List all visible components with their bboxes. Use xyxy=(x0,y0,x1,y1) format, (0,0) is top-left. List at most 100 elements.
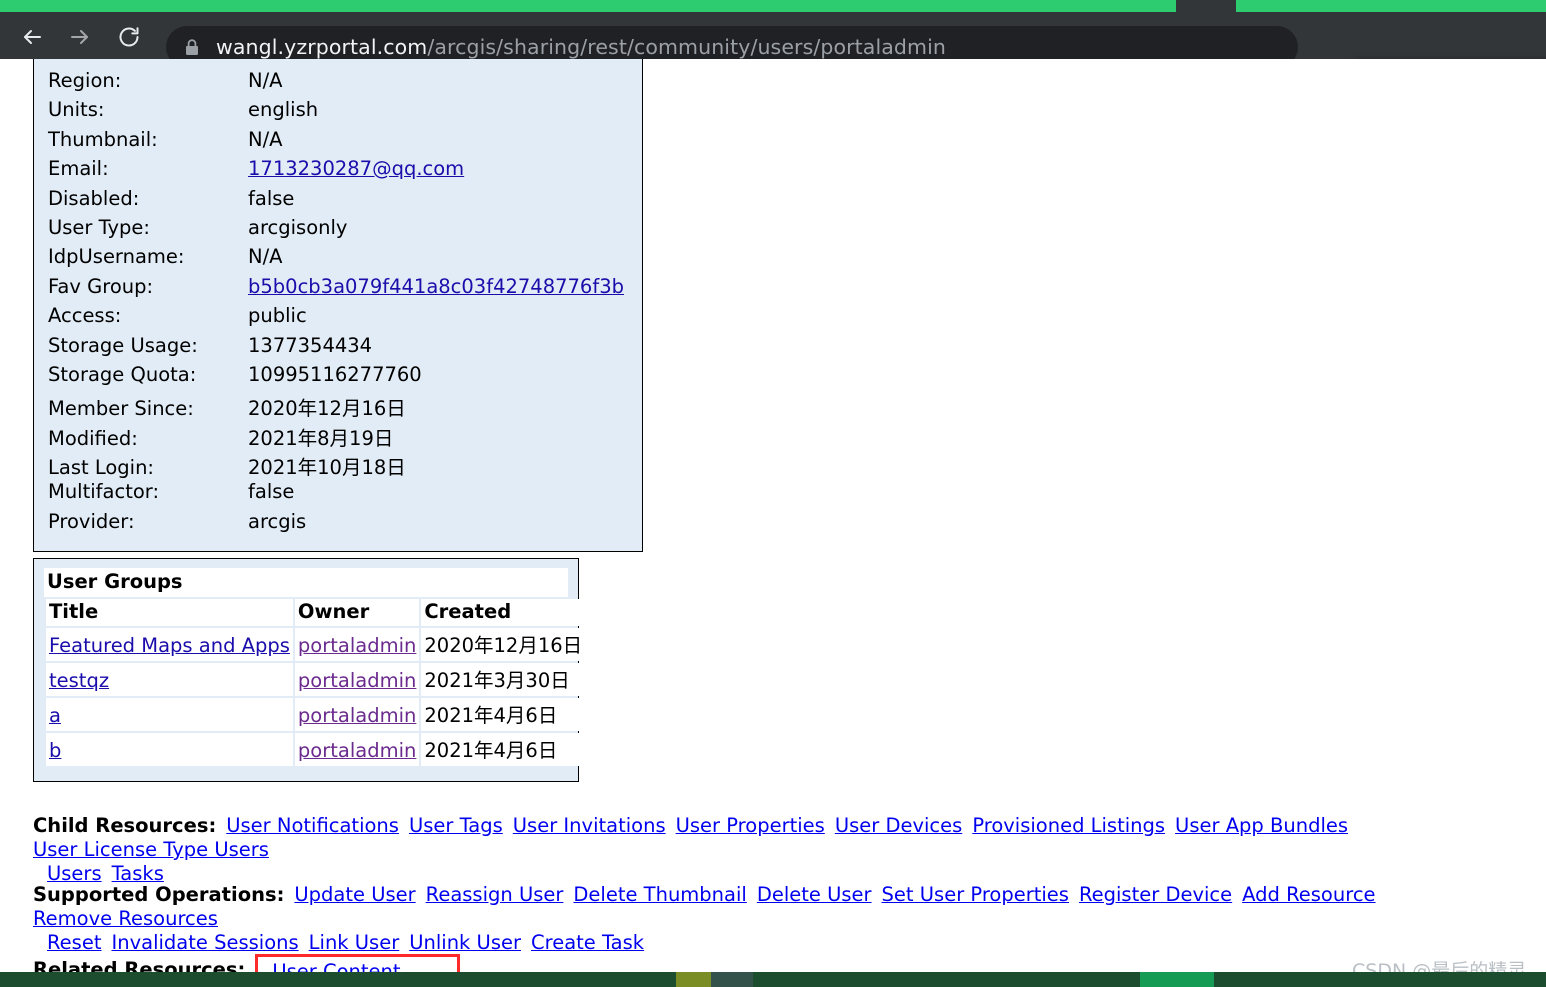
table-header-row: Title Owner Created xyxy=(46,599,586,626)
lock-icon xyxy=(184,38,200,56)
table-row: a portaladmin 2021年4月6日 xyxy=(46,698,586,731)
child-resource-link-user-license-type-users[interactable]: User License Type Users xyxy=(33,838,269,861)
property-key: Thumbnail: xyxy=(48,127,158,151)
child-resource-link-users[interactable]: Users xyxy=(47,862,102,885)
property-value: arcgis xyxy=(248,509,307,533)
property-row: Region: N/A xyxy=(34,69,642,98)
property-value-fav-group: b5b0cb3a079f441a8c03f42748776f3b xyxy=(248,275,624,298)
property-row: Access: public xyxy=(34,304,642,333)
child-resource-link-tasks[interactable]: Tasks xyxy=(112,862,164,885)
group-owner-link[interactable]: portaladmin xyxy=(298,739,416,762)
child-resources-line-1: Child Resources: User Notifications User T… xyxy=(33,814,1546,862)
page-content: Region: N/A Units: english Thumbnail: N/… xyxy=(0,59,1546,987)
property-value: 2021年10月18日 xyxy=(248,456,406,480)
operation-link-add-resource[interactable]: Add Resource xyxy=(1242,883,1375,906)
property-key: Fav Group: xyxy=(48,274,154,298)
group-created-cell: 2021年4月6日 xyxy=(421,733,586,766)
group-owner-link[interactable]: portaladmin xyxy=(298,669,416,692)
operation-link-delete-user[interactable]: Delete User xyxy=(757,883,872,906)
property-key: Provider: xyxy=(48,509,135,533)
supported-operations-label: Supported Operations: xyxy=(33,883,285,906)
property-row: Disabled: false xyxy=(34,187,642,216)
reload-button[interactable] xyxy=(116,24,142,50)
property-row: Member Since: 2020年12月16日 xyxy=(34,392,642,421)
group-owner-cell: portaladmin xyxy=(294,698,420,731)
property-key: Storage Usage: xyxy=(48,333,198,357)
group-title-link[interactable]: a xyxy=(49,704,61,727)
property-key: IdpUsername: xyxy=(48,245,185,269)
taskbar-segment xyxy=(676,972,711,987)
group-owner-link[interactable]: portaladmin xyxy=(298,634,416,657)
group-title-cell: b xyxy=(46,733,293,766)
reload-icon xyxy=(117,25,141,49)
arrow-left-icon xyxy=(20,25,44,49)
operation-link-reassign-user[interactable]: Reassign User xyxy=(426,883,564,906)
email-link[interactable]: 1713230287@qq.com xyxy=(248,157,464,180)
active-browser-tab[interactable] xyxy=(1166,0,1246,12)
property-key: Multifactor: xyxy=(48,480,160,504)
property-value: N/A xyxy=(248,245,283,269)
user-groups-panel: User Groups Title Owner Created Featured… xyxy=(33,558,586,782)
property-row: Thumbnail: N/A xyxy=(34,128,642,157)
child-resource-link-user-notifications[interactable]: User Notifications xyxy=(226,814,399,837)
operation-link-reset[interactable]: Reset xyxy=(47,931,101,954)
operation-link-invalidate-sessions[interactable]: Invalidate Sessions xyxy=(111,931,298,954)
operation-link-set-user-properties[interactable]: Set User Properties xyxy=(882,883,1069,906)
supported-operations-section: Supported Operations: Update User Reassign… xyxy=(33,883,1546,955)
property-value: N/A xyxy=(248,69,283,92)
group-title-link[interactable]: testqz xyxy=(49,669,109,692)
property-value: english xyxy=(248,98,319,122)
operation-link-unlink-user[interactable]: Unlink User xyxy=(409,931,521,954)
group-owner-cell: portaladmin xyxy=(294,663,420,696)
table-row: b portaladmin 2021年4月6日 xyxy=(46,733,586,766)
back-button[interactable] xyxy=(19,24,45,50)
child-resource-link-user-devices[interactable]: User Devices xyxy=(835,814,963,837)
property-value: arcgisonly xyxy=(248,215,348,239)
property-value: 2020年12月16日 xyxy=(248,397,406,421)
child-resource-link-user-properties[interactable]: User Properties xyxy=(676,814,825,837)
property-key: User Type: xyxy=(48,215,151,239)
property-key: Member Since: xyxy=(48,397,194,421)
property-row: Fav Group: b5b0cb3a079f441a8c03f42748776… xyxy=(34,275,642,304)
property-row: Multifactor: false xyxy=(34,480,642,509)
child-resources-section: Child Resources: User Notifications User T… xyxy=(33,814,1546,886)
property-row: Storage Usage: 1377354434 xyxy=(34,334,642,363)
property-value: N/A xyxy=(248,127,283,151)
property-key: Last Login: xyxy=(48,456,154,480)
group-created-cell: 2020年12月16日 xyxy=(421,628,586,661)
column-header-created: Created xyxy=(421,599,586,626)
child-resource-link-provisioned-listings[interactable]: Provisioned Listings xyxy=(972,814,1165,837)
group-title-cell: a xyxy=(46,698,293,731)
forward-button[interactable] xyxy=(67,24,93,50)
operation-link-delete-thumbnail[interactable]: Delete Thumbnail xyxy=(573,883,746,906)
column-header-owner: Owner xyxy=(294,599,420,626)
child-resources-label: Child Resources: xyxy=(33,814,217,837)
child-resource-link-user-tags[interactable]: User Tags xyxy=(409,814,503,837)
column-header-title: Title xyxy=(46,599,293,626)
group-created-cell: 2021年3月30日 xyxy=(421,663,586,696)
property-value-email: 1713230287@qq.com xyxy=(248,157,464,180)
child-resource-link-user-app-bundles[interactable]: User App Bundles xyxy=(1175,814,1348,837)
taskbar-segment xyxy=(711,972,753,987)
supported-operations-line-1: Supported Operations: Update User Reassign… xyxy=(33,883,1546,931)
property-key: Access: xyxy=(48,304,122,328)
group-title-link[interactable]: b xyxy=(49,739,61,762)
operation-link-update-user[interactable]: Update User xyxy=(294,883,415,906)
property-row: Storage Quota: 10995116277760 xyxy=(34,363,642,392)
operation-link-remove-resources[interactable]: Remove Resources xyxy=(33,907,218,930)
property-row: Provider: arcgis xyxy=(34,510,642,539)
property-key: Disabled: xyxy=(48,186,140,210)
group-title-link[interactable]: Featured Maps and Apps xyxy=(49,634,290,657)
user-properties-panel: Region: N/A Units: english Thumbnail: N/… xyxy=(33,59,643,553)
property-row: IdpUsername: N/A xyxy=(34,245,642,274)
property-row: Modified: 2021年8月19日 xyxy=(34,422,642,451)
child-resource-link-user-invitations[interactable]: User Invitations xyxy=(513,814,666,837)
operation-link-link-user[interactable]: Link User xyxy=(309,931,400,954)
property-value: false xyxy=(248,186,295,210)
fav-group-link[interactable]: b5b0cb3a079f441a8c03f42748776f3b xyxy=(248,275,624,298)
browser-tab-strip xyxy=(0,0,1546,12)
group-title-cell: Featured Maps and Apps xyxy=(46,628,293,661)
operation-link-create-task[interactable]: Create Task xyxy=(531,931,644,954)
operation-link-register-device[interactable]: Register Device xyxy=(1079,883,1232,906)
group-owner-link[interactable]: portaladmin xyxy=(298,704,416,727)
